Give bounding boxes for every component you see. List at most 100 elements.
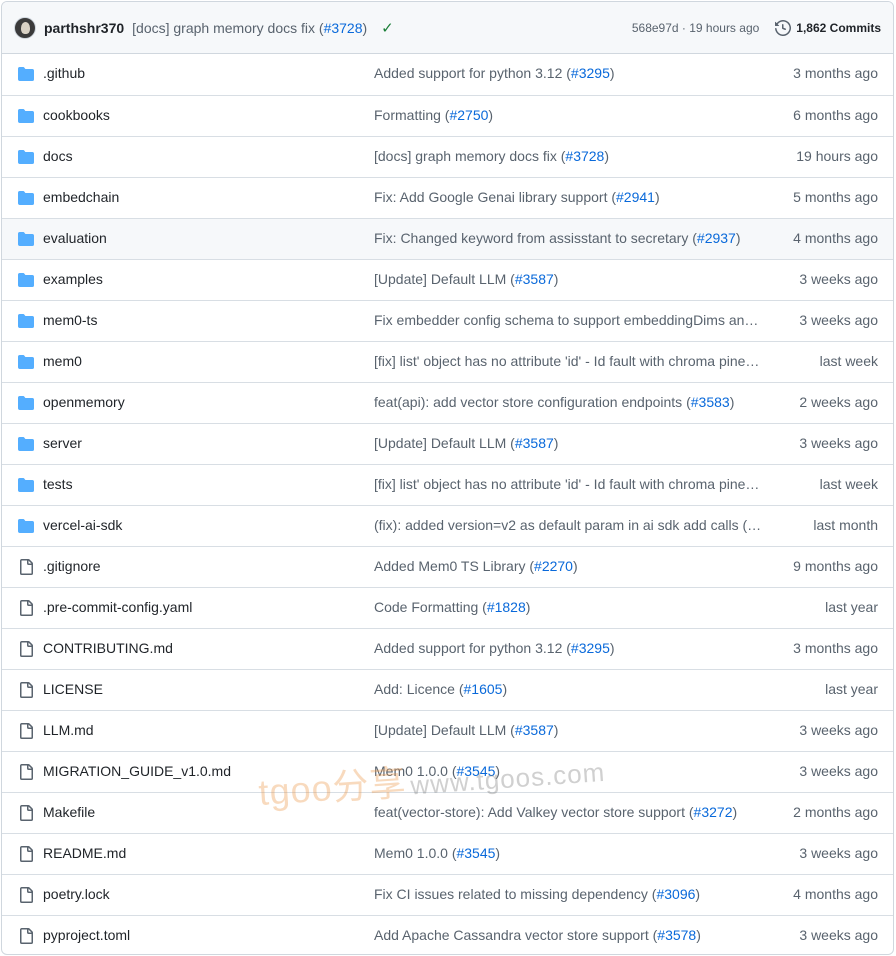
commit-message-link[interactable]: Mem0 1.0.0 (#3545)	[374, 845, 762, 861]
file-name-link[interactable]: embedchain	[43, 189, 119, 205]
commit-message-link[interactable]: Formatting (#2750)	[374, 107, 762, 123]
pr-link[interactable]: #3545	[456, 845, 495, 861]
file-name-link[interactable]: mem0-ts	[43, 312, 97, 328]
file-name-link[interactable]: Makefile	[43, 804, 95, 820]
commit-message-link[interactable]: [fix] list' object has no attribute 'id'…	[374, 476, 762, 492]
history-icon	[775, 19, 792, 36]
file-name-link[interactable]: evaluation	[43, 230, 107, 246]
commit-message-link[interactable]: Fix embedder config schema to support em…	[374, 312, 762, 328]
author-avatar[interactable]	[14, 16, 36, 39]
commit-message-link[interactable]: Added support for python 3.12 (#3295)	[374, 640, 762, 656]
commit-message-link[interactable]: Fix: Changed keyword from assisstant to …	[374, 230, 762, 246]
file-name-link[interactable]: pyproject.toml	[43, 927, 130, 943]
pr-link[interactable]: #3587	[515, 271, 554, 287]
file-row[interactable]: openmemory feat(api): add vector store co…	[2, 382, 893, 423]
pr-link[interactable]: #3728	[565, 148, 604, 164]
pr-link[interactable]: #3272	[694, 804, 733, 820]
file-name-link[interactable]: server	[43, 435, 82, 451]
pr-link[interactable]: #2937	[697, 230, 736, 246]
file-name-link[interactable]: .github	[43, 65, 85, 81]
file-name-link[interactable]: tests	[43, 476, 73, 492]
pr-link[interactable]: #3578	[657, 927, 696, 943]
file-row[interactable]: MIGRATION_GUIDE_v1.0.md Mem0 1.0.0 (#3545…	[2, 751, 893, 792]
pr-link[interactable]: #1605	[464, 681, 503, 697]
file-list-container: parthshr370 [docs] graph memory docs fix…	[1, 1, 894, 955]
file-name-link[interactable]: examples	[43, 271, 103, 287]
commit-age: 3 weeks ago	[799, 271, 878, 287]
pr-link[interactable]: #3295	[571, 65, 610, 81]
check-icon[interactable]: ✓	[381, 19, 394, 37]
file-row[interactable]: .github Added support for python 3.12 (#3…	[2, 54, 893, 95]
file-icon	[18, 723, 34, 739]
file-row[interactable]: mem0-ts Fix embedder config schema to sup…	[2, 300, 893, 341]
file-name-link[interactable]: docs	[43, 148, 73, 164]
latest-commit-message[interactable]: [docs] graph memory docs fix (#3728)	[132, 20, 367, 36]
file-row[interactable]: vercel-ai-sdk (fix): added version=v2 as …	[2, 505, 893, 546]
commit-message-link[interactable]: Fix: Add Google Genai library support (#…	[374, 189, 762, 205]
commit-message-link[interactable]: feat(api): add vector store configuratio…	[374, 394, 762, 410]
file-row[interactable]: .pre-commit-config.yaml Code Formatting (…	[2, 587, 893, 628]
file-row[interactable]: README.md Mem0 1.0.0 (#3545) 3 weeks ago	[2, 833, 893, 874]
commit-message-link[interactable]: [Update] Default LLM (#3587)	[374, 271, 762, 287]
folder-icon	[18, 108, 34, 124]
file-row[interactable]: docs [docs] graph memory docs fix (#3728)…	[2, 136, 893, 177]
file-row[interactable]: pyproject.toml Add Apache Cassandra vecto…	[2, 915, 893, 954]
file-name-link[interactable]: poetry.lock	[43, 886, 110, 902]
file-row[interactable]: examples [Update] Default LLM (#3587) 3 we…	[2, 259, 893, 300]
file-row[interactable]: Makefile feat(vector-store): Add Valkey v…	[2, 792, 893, 833]
pr-link[interactable]: #3096	[656, 886, 695, 902]
commit-age: 4 months ago	[793, 886, 878, 902]
commit-message-link[interactable]: Mem0 1.0.0 (#3545)	[374, 763, 762, 779]
pr-link[interactable]: #3583	[691, 394, 730, 410]
commit-sha[interactable]: 568e97d	[632, 21, 679, 35]
file-name-link[interactable]: LICENSE	[43, 681, 103, 697]
file-row[interactable]: evaluation Fix: Changed keyword from assi…	[2, 218, 893, 259]
commit-message-link[interactable]: Added Mem0 TS Library (#2270)	[374, 558, 762, 574]
pr-link[interactable]: #3587	[515, 435, 554, 451]
file-name-link[interactable]: MIGRATION_GUIDE_v1.0.md	[43, 763, 231, 779]
pr-link[interactable]: #3545	[456, 763, 495, 779]
commits-link[interactable]: 1,862 Commits	[775, 19, 881, 36]
file-name-link[interactable]: cookbooks	[43, 107, 110, 123]
file-row[interactable]: mem0 [fix] list' object has no attribute …	[2, 341, 893, 382]
commit-message-link[interactable]: Code Formatting (#1828)	[374, 599, 762, 615]
file-name-link[interactable]: mem0	[43, 353, 82, 369]
commit-message-link[interactable]: [docs] graph memory docs fix (#3728)	[374, 148, 762, 164]
pr-link[interactable]: #2941	[616, 189, 655, 205]
file-row[interactable]: poetry.lock Fix CI issues related to miss…	[2, 874, 893, 915]
file-icon	[18, 600, 34, 616]
file-row[interactable]: LLM.md [Update] Default LLM (#3587) 3 week…	[2, 710, 893, 751]
latest-commit-pr-link[interactable]: #3728	[324, 20, 363, 36]
commit-message-link[interactable]: [Update] Default LLM (#3587)	[374, 722, 762, 738]
file-name-link[interactable]: vercel-ai-sdk	[43, 517, 122, 533]
pr-link[interactable]: #2270	[534, 558, 573, 574]
folder-icon	[18, 395, 34, 411]
pr-link[interactable]: #3295	[571, 640, 610, 656]
file-row[interactable]: server [Update] Default LLM (#3587) 3 week…	[2, 423, 893, 464]
commit-message-link[interactable]: [Update] Default LLM (#3587)	[374, 435, 762, 451]
file-row[interactable]: LICENSE Add: Licence (#1605) last year	[2, 669, 893, 710]
folder-icon	[18, 436, 34, 452]
pr-link[interactable]: #3587	[515, 722, 554, 738]
file-name-link[interactable]: .gitignore	[43, 558, 101, 574]
file-row[interactable]: CONTRIBUTING.md Added support for python …	[2, 628, 893, 669]
file-row[interactable]: .gitignore Added Mem0 TS Library (#2270) 9…	[2, 546, 893, 587]
commit-message-link[interactable]: Added support for python 3.12 (#3295)	[374, 65, 762, 81]
commit-message-link[interactable]: [fix] list' object has no attribute 'id'…	[374, 353, 762, 369]
commit-message-link[interactable]: feat(vector-store): Add Valkey vector st…	[374, 804, 762, 820]
file-row[interactable]: cookbooks Formatting (#2750) 6 months ago	[2, 95, 893, 136]
commit-message-link[interactable]: Add Apache Cassandra vector store suppor…	[374, 927, 762, 943]
file-name-link[interactable]: CONTRIBUTING.md	[43, 640, 173, 656]
commit-message-link[interactable]: (fix): added version=v2 as default param…	[374, 517, 762, 533]
commit-message-link[interactable]: Fix CI issues related to missing depende…	[374, 886, 762, 902]
pr-link[interactable]: #2750	[449, 107, 488, 123]
file-name-link[interactable]: LLM.md	[43, 722, 94, 738]
pr-link[interactable]: #1828	[487, 599, 526, 615]
file-name-link[interactable]: openmemory	[43, 394, 125, 410]
file-name-link[interactable]: .pre-commit-config.yaml	[43, 599, 192, 615]
file-row[interactable]: embedchain Fix: Add Google Genai library …	[2, 177, 893, 218]
commit-author[interactable]: parthshr370	[44, 20, 124, 36]
file-row[interactable]: tests [fix] list' object has no attribute…	[2, 464, 893, 505]
file-name-link[interactable]: README.md	[43, 845, 126, 861]
commit-message-link[interactable]: Add: Licence (#1605)	[374, 681, 762, 697]
